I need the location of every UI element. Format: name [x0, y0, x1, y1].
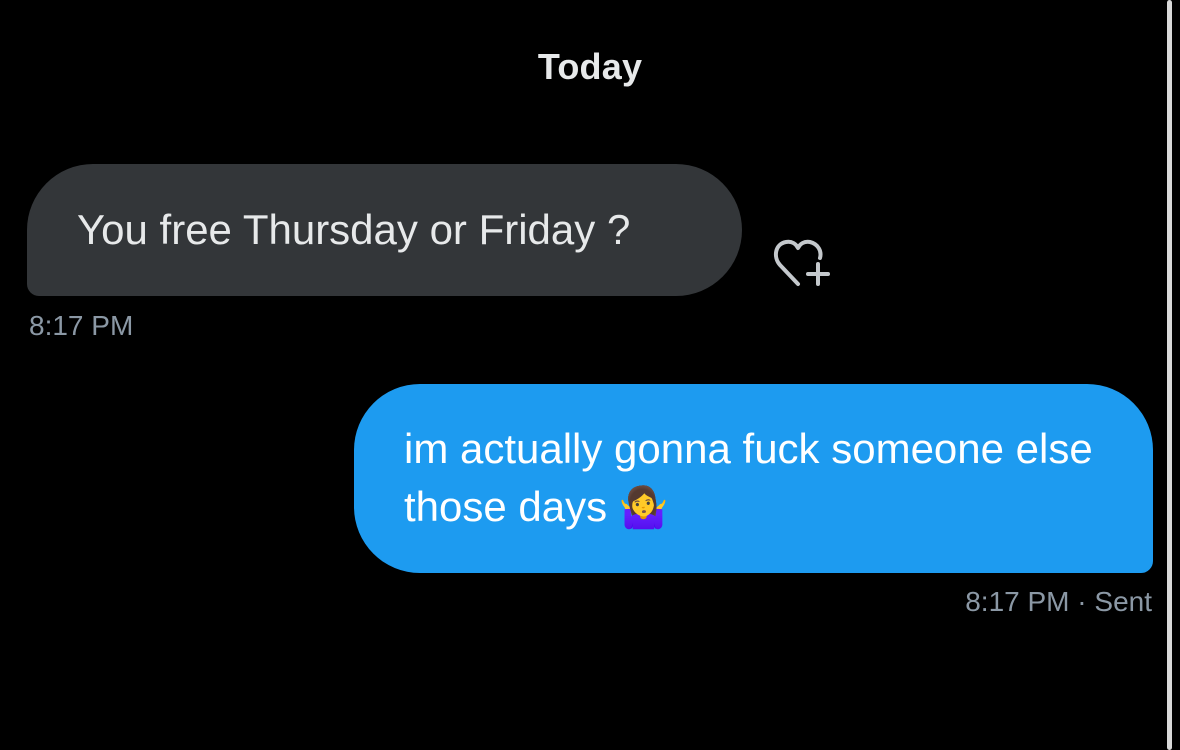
- scrollbar[interactable]: [1167, 0, 1172, 750]
- add-reaction-button[interactable]: [770, 232, 834, 292]
- sent-message-text: im actually gonna fuck someone else thos…: [404, 425, 1093, 530]
- sent-message-bubble[interactable]: im actually gonna fuck someone else thos…: [354, 384, 1153, 573]
- sent-message-timestamp: 8:17 PM: [965, 586, 1070, 617]
- sent-status-label: · Sent: [1077, 586, 1152, 617]
- sent-message-meta: 8:17 PM · Sent: [965, 586, 1152, 618]
- heart-plus-icon: [773, 239, 830, 286]
- person-shrugging-emoji: 🤷‍♀️: [618, 485, 669, 531]
- date-divider: Today: [537, 46, 643, 87]
- received-message-text: You free Thursday or Friday ?: [77, 206, 631, 253]
- received-message-bubble[interactable]: You free Thursday or Friday ?: [27, 164, 742, 296]
- received-message-timestamp: 8:17 PM: [29, 310, 134, 341]
